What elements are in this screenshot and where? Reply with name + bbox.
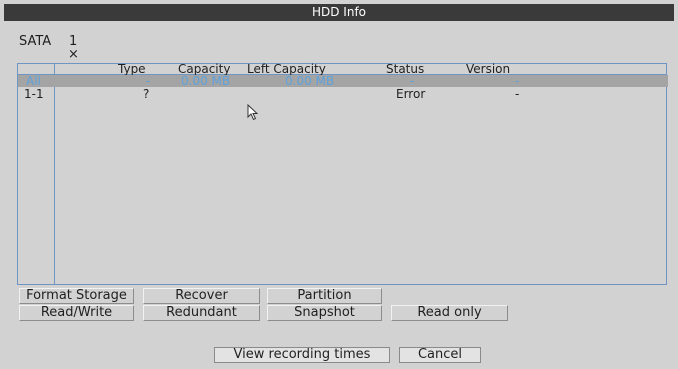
sata-label: SATA: [19, 34, 52, 49]
row-all-capacity: 0.00 MB: [181, 74, 231, 88]
format-storage-button[interactable]: Format Storage: [19, 288, 134, 304]
mouse-pointer-icon: [247, 104, 259, 121]
row-1-1-status: Error: [396, 87, 426, 101]
row-1-1-version: -: [515, 87, 520, 101]
view-recording-times-button[interactable]: View recording times: [214, 347, 390, 363]
redundant-button[interactable]: Redundant: [143, 305, 260, 321]
read-write-button[interactable]: Read/Write: [19, 305, 134, 321]
partition-button[interactable]: Partition: [267, 288, 382, 304]
disk-state-icon: ×: [68, 47, 79, 62]
cancel-button[interactable]: Cancel: [399, 347, 481, 363]
table-row-all[interactable]: [18, 75, 668, 87]
window-title: HDD Info: [311, 5, 367, 19]
row-1-1-id[interactable]: 1-1: [24, 88, 44, 101]
table-row-1-1[interactable]: [18, 88, 666, 101]
row-1-1-type: ?: [143, 87, 150, 101]
window-title-bar: HDD Info: [4, 4, 674, 21]
recover-button[interactable]: Recover: [143, 288, 260, 304]
read-only-button[interactable]: Read only: [391, 305, 508, 321]
snapshot-button[interactable]: Snapshot: [267, 305, 382, 321]
row-all-left-capacity: 0.00 MB: [285, 74, 335, 88]
